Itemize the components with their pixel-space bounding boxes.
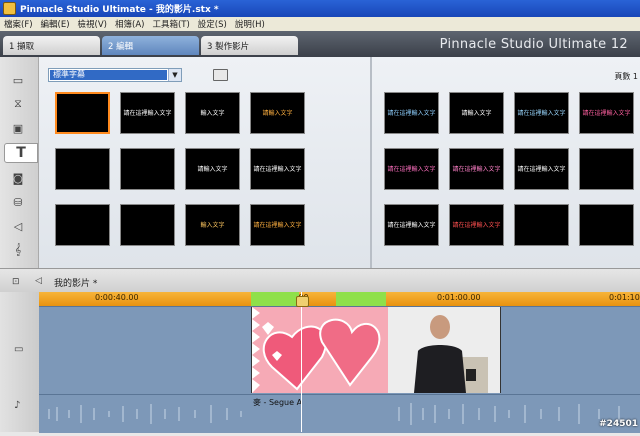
selection-marker (336, 292, 386, 306)
menu-toolbox[interactable]: 工具箱(T) (148, 18, 193, 30)
disc-menus-icon[interactable]: ◙ (6, 169, 30, 187)
thumb-text: 請輸入文字 (197, 165, 228, 173)
title-category-select[interactable]: 標準字幕 ▼ (48, 68, 182, 82)
title-bar: Pinnacle Studio Ultimate - 我的影片.stx * (0, 0, 640, 17)
title-thumb-2[interactable]: 請在這裡輸入文字 (120, 92, 175, 134)
heart-transition-graphic (252, 307, 389, 393)
audio-track-icon[interactable]: ♪ (14, 400, 20, 411)
ruler-mark: 0:00:40.00 (95, 293, 139, 302)
tab-make-movie[interactable]: 3 製作影片 (201, 36, 298, 55)
app-icon (3, 2, 16, 15)
menu-bar: 檔案(F) 編輯(E) 檢視(V) 相簿(A) 工具箱(T) 設定(S) 說明(… (0, 17, 640, 32)
title-thumb-16[interactable]: 請在這裡輸入文字 (579, 92, 634, 134)
thumb-text: 請在這裡輸入文字 (387, 221, 436, 229)
transition-clip[interactable] (251, 307, 390, 393)
chevron-down-icon[interactable]: ▼ (168, 69, 181, 81)
title-thumb-13[interactable]: 請在這裡輸入文字 (384, 92, 439, 134)
speaker-icon[interactable]: ◁ (35, 276, 42, 286)
title-thumb-6[interactable] (120, 148, 175, 190)
mode-tab-bar: 1 擷取 2 編輯 3 製作影片 Pinnacle Studio Ultimat… (0, 31, 640, 57)
select-value: 標準字幕 (50, 70, 167, 80)
title-thumb-10[interactable] (120, 204, 175, 246)
album-left-page: 標準字幕 ▼ 請在這裡輸入文字 輸入文字 請輸入文字 請輸入文字 請在這裡輸入文… (39, 57, 372, 268)
watermark-text: #24501 (599, 419, 638, 429)
thumb-text: 請在這裡輸入文字 (452, 221, 501, 229)
timeline-header: ⊡ ◁ 我的影片 * (0, 268, 640, 293)
title-thumb-22[interactable]: 請在這裡輸入文字 (449, 204, 504, 246)
music-clef-icon[interactable]: 𝄞 (6, 241, 30, 259)
thumb-text: 請在這裡輸入文字 (582, 109, 631, 117)
title-thumb-17[interactable]: 請在這裡輸入文字 (384, 148, 439, 190)
menu-album[interactable]: 相簿(A) (111, 18, 148, 30)
title-thumb-24[interactable] (579, 204, 634, 246)
selection-marker (251, 292, 299, 306)
tab-edit[interactable]: 2 編輯 (102, 36, 199, 55)
brand-logo: Pinnacle Studio Ultimate 12 (439, 37, 628, 52)
thumb-text: 請在這裡輸入文字 (253, 221, 302, 229)
window-title: Pinnacle Studio Ultimate - 我的影片.stx * (20, 5, 219, 15)
title-thumb-18[interactable]: 請在這裡輸入文字 (449, 148, 504, 190)
thumb-text: 請在這裡輸入文字 (123, 109, 172, 117)
title-thumb-4[interactable]: 請輸入文字 (250, 92, 305, 134)
thumb-text: 請在這裡輸入文字 (517, 165, 566, 173)
menu-edit[interactable]: 編輯(E) (37, 18, 74, 30)
project-title: 我的影片 * (54, 279, 98, 289)
tab-capture[interactable]: 1 擷取 (3, 36, 100, 55)
thumb-text: 輸入文字 (200, 221, 225, 229)
camera-icon[interactable]: ⊡ (12, 277, 20, 287)
playhead-line (301, 292, 302, 432)
still-images-icon[interactable]: ▣ (6, 119, 30, 137)
video-clip-frame (388, 307, 500, 393)
menu-file[interactable]: 檔案(F) (0, 18, 37, 30)
track-header-column: ▭ ♪ (0, 292, 40, 432)
speaker-icon[interactable]: ◁ (6, 217, 30, 235)
video-track-icon[interactable]: ▭ (14, 344, 23, 355)
ruler-mark: 0:01:00.00 (437, 293, 481, 302)
title-thumb-5[interactable] (55, 148, 110, 190)
menu-view[interactable]: 檢視(V) (74, 18, 111, 30)
title-thumb-8[interactable]: 請在這裡輸入文字 (250, 148, 305, 190)
title-thumb-7[interactable]: 請輸入文字 (185, 148, 240, 190)
title-thumb-11[interactable]: 輸入文字 (185, 204, 240, 246)
thumb-text: 請輸入文字 (461, 109, 492, 117)
thumb-text: 請在這裡輸入文字 (387, 165, 436, 173)
thumb-text: 請輸入文字 (262, 109, 293, 117)
audio-waveform (48, 403, 620, 425)
thumb-text: 請在這裡輸入文字 (452, 165, 501, 173)
title-thumb-1[interactable] (55, 92, 110, 134)
title-thumb-20[interactable] (579, 148, 634, 190)
title-thumb-14[interactable]: 請輸入文字 (449, 92, 504, 134)
transitions-icon[interactable]: ⧖ (6, 95, 30, 113)
video-scenes-icon[interactable]: ▭ (6, 71, 30, 89)
folder-icon[interactable] (213, 69, 228, 81)
album-tool-strip: ▭ ⧖ ▣ T ◙ ⛁ ◁ 𝄞 (0, 57, 39, 268)
audio-track[interactable] (39, 394, 640, 433)
playhead-scrubber[interactable] (296, 296, 309, 307)
menu-settings[interactable]: 設定(S) (194, 18, 231, 30)
thumb-text: 輸入文字 (200, 109, 225, 117)
title-thumb-12[interactable]: 請在這裡輸入文字 (250, 204, 305, 246)
thumb-text: 請在這裡輸入文字 (517, 109, 566, 117)
title-thumb-3[interactable]: 輸入文字 (185, 92, 240, 134)
album-right-page: 頁數 1 請在這裡輸入文字 請輸入文字 請在這裡輸入文字 請在這裡輸入文字 請在… (372, 57, 640, 268)
audio-clip-label: 麥 - Segue A (253, 398, 303, 407)
page-number: 頁數 1 (614, 72, 638, 81)
title-thumb-9[interactable] (55, 204, 110, 246)
title-thumb-23[interactable] (514, 204, 569, 246)
titles-icon[interactable]: T (4, 143, 38, 163)
thumb-text: 請在這裡輸入文字 (253, 165, 302, 173)
menu-help[interactable]: 說明(H) (231, 18, 269, 30)
sound-effects-icon[interactable]: ⛁ (6, 193, 30, 211)
title-thumb-21[interactable]: 請在這裡輸入文字 (384, 204, 439, 246)
title-thumb-15[interactable]: 請在這裡輸入文字 (514, 92, 569, 134)
title-thumb-19[interactable]: 請在這裡輸入文字 (514, 148, 569, 190)
ruler-mark: 0:01:10.00 (609, 293, 640, 302)
thumb-text: 請在這裡輸入文字 (387, 109, 436, 117)
video-clip[interactable] (388, 307, 501, 393)
